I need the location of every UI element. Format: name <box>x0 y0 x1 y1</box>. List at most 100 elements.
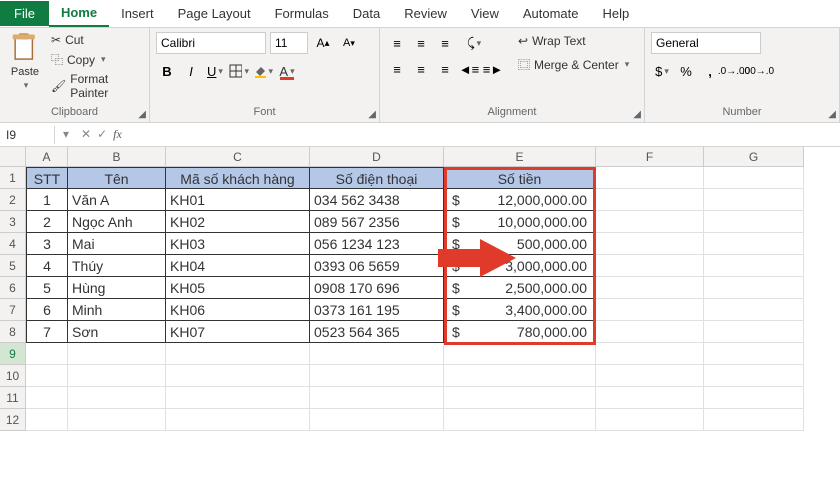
tab-insert[interactable]: Insert <box>109 1 166 26</box>
col-header-A[interactable]: A <box>26 147 68 167</box>
data-cell[interactable]: $780,000.00 <box>444 321 596 343</box>
col-header-E[interactable]: E <box>444 147 596 167</box>
accounting-format-button[interactable]: $▾ <box>651 60 673 82</box>
cut-button[interactable]: ✂Cut <box>48 32 143 48</box>
header-cell[interactable]: Mã số khách hàng <box>166 167 310 189</box>
empty-cell[interactable] <box>704 387 804 409</box>
col-header-F[interactable]: F <box>596 147 704 167</box>
header-cell[interactable]: Tên <box>68 167 166 189</box>
tab-view[interactable]: View <box>459 1 511 26</box>
empty-cell[interactable] <box>310 343 444 365</box>
select-all-corner[interactable] <box>0 147 26 167</box>
increase-indent-button[interactable]: ≡► <box>482 58 504 80</box>
data-cell[interactable]: $3,000,000.00 <box>444 255 596 277</box>
data-cell[interactable]: 0393 06 5659 <box>310 255 444 277</box>
paste-button[interactable]: Paste ▾ <box>6 32 44 104</box>
header-cell[interactable]: Số điện thoại <box>310 167 444 189</box>
data-cell[interactable]: 3 <box>26 233 68 255</box>
row-header-12[interactable]: 12 <box>0 409 26 431</box>
data-cell[interactable]: Sơn <box>68 321 166 343</box>
percent-format-button[interactable]: % <box>675 60 697 82</box>
row-header-4[interactable]: 4 <box>0 233 26 255</box>
data-cell[interactable]: $3,400,000.00 <box>444 299 596 321</box>
empty-cell[interactable] <box>444 409 596 431</box>
empty-cell[interactable] <box>704 277 804 299</box>
align-middle-button[interactable]: ≡ <box>410 32 432 54</box>
row-header-10[interactable]: 10 <box>0 365 26 387</box>
col-header-B[interactable]: B <box>68 147 166 167</box>
cancel-icon[interactable]: ✕ <box>81 127 91 142</box>
data-cell[interactable]: Thúy <box>68 255 166 277</box>
empty-cell[interactable] <box>596 343 704 365</box>
empty-cell[interactable] <box>444 365 596 387</box>
data-cell[interactable]: KH01 <box>166 189 310 211</box>
number-launcher[interactable]: ◢ <box>828 109 836 120</box>
empty-cell[interactable] <box>596 211 704 233</box>
number-format-select[interactable] <box>651 32 761 54</box>
row-header-8[interactable]: 8 <box>0 321 26 343</box>
empty-cell[interactable] <box>596 387 704 409</box>
empty-cell[interactable] <box>68 365 166 387</box>
clipboard-launcher[interactable]: ◢ <box>138 109 146 120</box>
empty-cell[interactable] <box>26 365 68 387</box>
empty-cell[interactable] <box>704 211 804 233</box>
empty-cell[interactable] <box>704 321 804 343</box>
empty-cell[interactable] <box>68 387 166 409</box>
row-header-9[interactable]: 9 <box>0 343 26 365</box>
empty-cell[interactable] <box>596 321 704 343</box>
empty-cell[interactable] <box>704 299 804 321</box>
empty-cell[interactable] <box>704 167 804 189</box>
underline-button[interactable]: U▾ <box>204 60 226 82</box>
wrap-text-button[interactable]: ↩Wrap Text <box>514 32 633 50</box>
data-cell[interactable]: $2,500,000.00 <box>444 277 596 299</box>
empty-cell[interactable] <box>310 365 444 387</box>
tab-automate[interactable]: Automate <box>511 1 591 26</box>
empty-cell[interactable] <box>704 409 804 431</box>
data-cell[interactable]: 7 <box>26 321 68 343</box>
data-cell[interactable]: KH03 <box>166 233 310 255</box>
name-box[interactable]: I9 <box>0 126 55 144</box>
empty-cell[interactable] <box>596 233 704 255</box>
data-cell[interactable]: 5 <box>26 277 68 299</box>
decrease-decimal-button[interactable]: .00→.0 <box>747 60 769 82</box>
data-cell[interactable]: 2 <box>26 211 68 233</box>
data-cell[interactable]: $10,000,000.00 <box>444 211 596 233</box>
row-header-11[interactable]: 11 <box>0 387 26 409</box>
row-header-1[interactable]: 1 <box>0 167 26 189</box>
empty-cell[interactable] <box>596 255 704 277</box>
font-launcher[interactable]: ◢ <box>368 109 376 120</box>
empty-cell[interactable] <box>166 387 310 409</box>
data-cell[interactable]: KH04 <box>166 255 310 277</box>
row-header-2[interactable]: 2 <box>0 189 26 211</box>
merge-center-button[interactable]: ⿴Merge & Center▾ <box>514 54 633 75</box>
tab-file[interactable]: File <box>0 1 49 26</box>
empty-cell[interactable] <box>310 409 444 431</box>
data-cell[interactable]: 1 <box>26 189 68 211</box>
empty-cell[interactable] <box>310 387 444 409</box>
empty-cell[interactable] <box>704 189 804 211</box>
align-top-button[interactable]: ≡ <box>386 32 408 54</box>
tab-formulas[interactable]: Formulas <box>263 1 341 26</box>
empty-cell[interactable] <box>704 343 804 365</box>
data-cell[interactable]: KH02 <box>166 211 310 233</box>
data-cell[interactable]: 089 567 2356 <box>310 211 444 233</box>
empty-cell[interactable] <box>704 255 804 277</box>
col-header-G[interactable]: G <box>704 147 804 167</box>
data-cell[interactable]: $12,000,000.00 <box>444 189 596 211</box>
empty-cell[interactable] <box>166 365 310 387</box>
tab-data[interactable]: Data <box>341 1 392 26</box>
copy-button[interactable]: ⿻Copy▾ <box>48 50 143 69</box>
data-cell[interactable]: Hùng <box>68 277 166 299</box>
empty-cell[interactable] <box>704 365 804 387</box>
data-cell[interactable]: Ngọc Anh <box>68 211 166 233</box>
bold-button[interactable]: B <box>156 60 178 82</box>
decrease-indent-button[interactable]: ◄≡ <box>458 58 480 80</box>
font-color-button[interactable]: A▾ <box>276 60 298 82</box>
header-cell[interactable]: Số tiền <box>444 167 596 189</box>
data-cell[interactable]: 034 562 3438 <box>310 189 444 211</box>
fx-icon[interactable]: fx <box>113 127 122 142</box>
orientation-button[interactable]: ⤹▾ <box>458 32 490 54</box>
data-cell[interactable]: 6 <box>26 299 68 321</box>
tab-review[interactable]: Review <box>392 1 459 26</box>
data-cell[interactable]: $500,000.00 <box>444 233 596 255</box>
